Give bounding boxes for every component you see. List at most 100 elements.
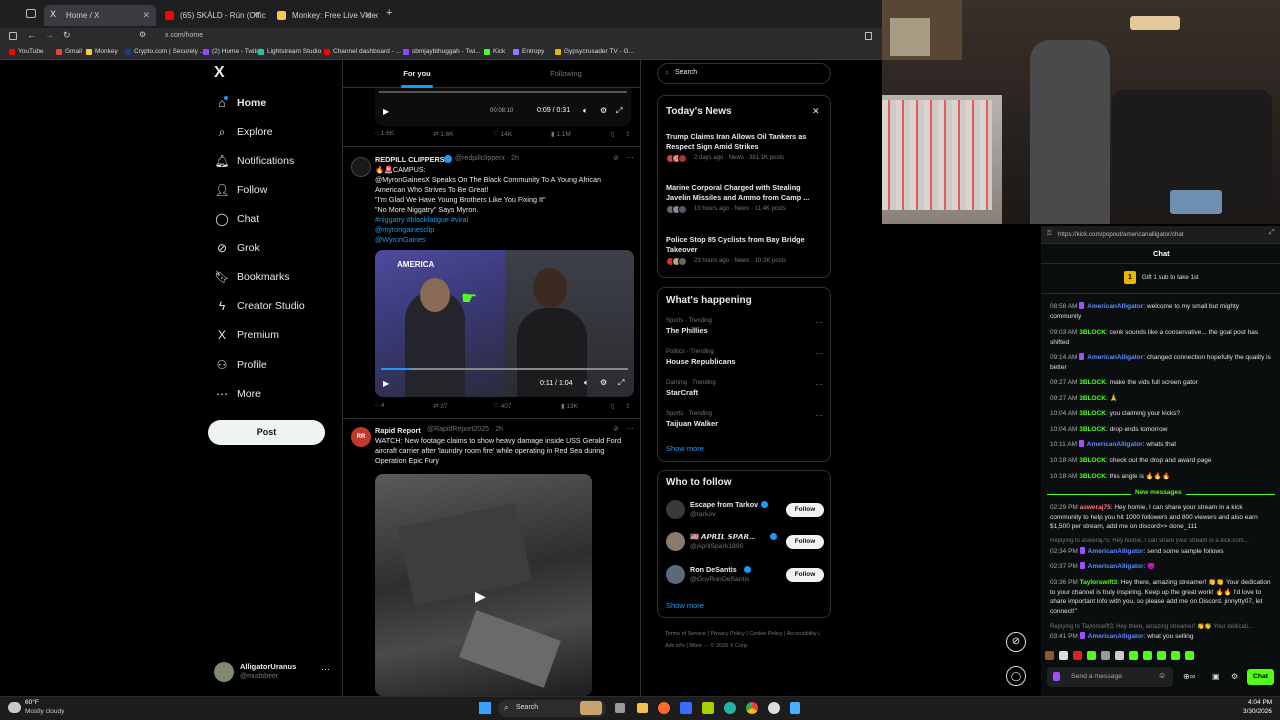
chat-username[interactable]: asweraj75 [1080,504,1111,511]
more-horizontal-icon[interactable]: ⋯ [626,153,634,162]
weather-temp[interactable]: 60°F [25,699,39,706]
chat-username[interactable]: 3BLOCK [1079,379,1106,386]
tweet[interactable]: REDPILL CLIPPERS @redpillclipperx · 2h ⊘… [343,147,640,415]
app-icon[interactable] [680,702,692,714]
close-icon[interactable]: ✕ [252,10,260,21]
tab-home-x[interactable]: X Home / X ✕ [44,5,156,26]
app-icon[interactable] [768,702,780,714]
avatar[interactable]: RR [351,427,371,447]
settings-icon[interactable]: ⚙ [600,378,607,387]
account-switcher[interactable]: AlligatorUranus @mudsbeer ⋯ [210,659,338,687]
reader-icon[interactable] [865,32,872,40]
news-item[interactable]: Marine Corporal Charged with Stealing Ja… [666,183,826,215]
emote-icon[interactable] [1129,651,1138,660]
nav-item-home[interactable]: ⌂ Home [214,93,266,115]
share-button[interactable]: ⇪ [625,402,630,410]
chat-username[interactable]: 3BLOCK [1079,410,1106,417]
reply-button[interactable]: ○ 4 [375,402,384,409]
grok-icon[interactable]: ⊘ [613,154,619,162]
settings-icon[interactable]: ⚙ [600,106,607,115]
emote-icon[interactable] [1115,651,1124,660]
like-button[interactable]: ♡ 407 [493,402,512,410]
emoji-icon[interactable]: ☺ [1158,671,1166,680]
news-item[interactable]: Police Stop 85 Cyclists from Bay Bridge … [666,235,826,267]
chrome-icon[interactable] [746,702,758,714]
emote-icon[interactable] [1185,651,1194,660]
chat-url[interactable]: https://kick.com/popout/americanalligato… [1058,231,1184,238]
gift-shop-icon[interactable]: ▣ [1212,672,1220,681]
more-horizontal-icon[interactable]: ⋯ [815,411,823,420]
url-field[interactable]: x.com/home [165,32,203,39]
emote-icon[interactable] [1143,651,1152,660]
follow-suggestion[interactable]: 🇺🇸 𝘼𝙋𝙍𝙄𝙇 𝙎𝙋𝘼𝙍... @AprilSpark1890 Follow [658,530,830,558]
follow-button[interactable]: Follow [786,503,824,517]
tweet-author[interactable]: REDPILL CLIPPERS [375,155,445,164]
avatar[interactable] [351,157,371,177]
nav-item-creator-studio[interactable]: ϟ Creator Studio [214,296,305,318]
close-icon[interactable]: ✕ [812,106,820,117]
nav-item-notifications[interactable]: 🔔︎ Notifications [214,151,294,173]
nav-item-profile[interactable]: ⚇ Profile [214,355,267,377]
chat-username[interactable]: 3BLOCK [1079,457,1106,464]
bookmark-item[interactable]: Gmail [56,48,82,55]
video-player[interactable]: ▶ 00:08:10 0:09 / 0:31 🔈︎ ⚙ ⤢ [375,88,631,126]
like-button[interactable]: ♡ 14K [493,130,512,138]
chat-message[interactable]: 10:18 AM 3BLOCK: check out the drop and … [1050,456,1272,466]
edge-icon[interactable] [724,702,736,714]
nav-item-premium[interactable]: X Premium [214,325,279,347]
chat-username[interactable]: AmericanAlligator [1088,633,1144,640]
chat-message[interactable]: 02:29 PM asweraj75: Hey homie, I can sha… [1050,503,1272,532]
taskbar-search[interactable]: ⌕ Search [498,700,606,717]
emote-icon[interactable] [1171,651,1180,660]
footer-link[interactable]: Accessibility [787,631,817,637]
trend-item[interactable]: Sports · Trending Taijuan Walker ⋯ [666,411,826,433]
chat-username[interactable]: AmericanAlligator [1087,303,1143,310]
emote-icon[interactable] [1059,651,1068,660]
tab-monkey[interactable]: Monkey: Free Live Video Chat | ✕ [270,5,378,26]
popout-icon[interactable]: ⤢ [1269,229,1275,237]
chat-message[interactable]: 03:41 PM AmericanAlligator: what you sel… [1050,632,1272,642]
tweet-text-line[interactable]: @WyronGaines [375,235,625,245]
chat-message[interactable]: 03:36 PM Taylorswift3: Hey there, amazin… [1050,578,1272,616]
x-logo[interactable]: X [214,64,225,82]
follow-suggestion[interactable]: Ron DeSantis @GovRonDeSantis Follow [658,563,830,591]
volume-icon[interactable]: 🔈︎ [583,106,588,116]
follow-button[interactable]: Follow [786,535,824,549]
chat-send-button[interactable]: Chat [1247,669,1274,685]
reload-icon[interactable]: ↻ [63,30,71,41]
chat-username[interactable]: Taylorswift3 [1080,579,1117,586]
settings-icon[interactable]: ⚙ [1231,672,1238,681]
pin-icon[interactable]: ⊘ [1006,632,1026,652]
footer-link[interactable]: Ads info [665,643,685,649]
nav-item-grok[interactable]: ⊘ Grok [214,238,260,260]
nav-item-follow[interactable]: 👤︎ Follow [214,180,267,202]
news-item[interactable]: Trump Claims Iran Allows Oil Tankers as … [666,132,826,164]
chat-bubble-icon[interactable]: ◯ [1006,666,1026,686]
repost-button[interactable]: ⇄ 37 [433,402,448,410]
nav-item-explore[interactable]: ⌕ Explore [214,122,273,144]
trend-item[interactable]: Gaming · Trending StarCraft ⋯ [666,380,826,402]
bookmark-item[interactable]: (2) Home - Twitch [203,48,263,55]
footer-link[interactable]: More ··· [689,643,709,649]
chat-message[interactable]: 08:58 AM AmericanAlligator: welcome to m… [1050,302,1272,321]
footer-link[interactable]: Privacy Policy [710,631,744,637]
gift-sub-banner[interactable]: 1 Gift 1 sub to take 1st [1120,271,1230,285]
sidebar-toggle-icon[interactable] [9,32,17,40]
emote-icon[interactable] [1101,651,1110,660]
play-icon[interactable]: ▶ [383,379,389,388]
views-button[interactable]: ▮ 1.1M [551,130,571,138]
app-icon[interactable] [702,702,714,714]
tweet-text-line[interactable]: #niggatry #blackfatigue #viral [375,215,625,225]
tweet-text-line[interactable]: @myrongainesclip [375,225,625,235]
volume-icon[interactable]: 🔈︎ [584,378,589,388]
trend-item[interactable]: Politics · Trending House Republicans ⋯ [666,349,826,371]
tweet[interactable]: RR Rapid Report @RapidReport2025 · 2h ⊘ … [343,419,640,696]
bookmark-item[interactable]: sbmjaybthuggah - Twi... [403,48,481,55]
follow-suggestion[interactable]: Escape from Tarkov @tarkov Follow [658,498,830,526]
footer-link[interactable]: Terms of Service [665,631,706,637]
tab-for-you[interactable]: For you [343,60,491,88]
tweet-handle[interactable]: @redpillclipperx · 2h [455,155,519,162]
chat-message[interactable]: 02:34 PM AmericanAlligator: send some sa… [1050,547,1272,557]
tab-following[interactable]: Following [491,60,640,88]
bookmark-item[interactable]: Kick [484,48,505,55]
